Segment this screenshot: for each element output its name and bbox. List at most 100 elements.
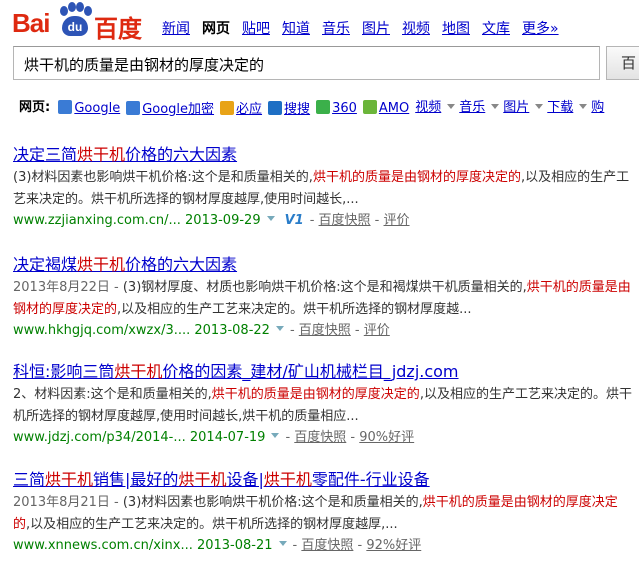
abstract-text: ,以及相应的生产工艺来决定的。烘干机所选择的钢材厚度越... (117, 302, 472, 317)
separator: - (350, 323, 364, 338)
title-text: 三简 (13, 470, 46, 489)
web-engine-link[interactable]: Google (58, 99, 121, 116)
chevron-down-icon (491, 104, 500, 109)
web-dropdown[interactable]: 图片 (503, 100, 544, 115)
snapshot-link[interactable]: 百度快照 (301, 538, 353, 553)
web-dropdown-label: 下载 (547, 100, 574, 115)
result-meta: www.jdzj.com/p34/2014-... 2014-07-19 - 百度… (13, 428, 633, 448)
logo-cn-text: 百度 (94, 15, 142, 43)
title-text: 零配件-行业设备 (311, 470, 430, 489)
nav-item[interactable]: 知道 (282, 18, 310, 38)
highlight-keyword: 烘干机 (77, 145, 126, 164)
nav-item[interactable]: 更多» (522, 18, 559, 38)
title-text: 价格的六大因素 (125, 145, 238, 164)
bing-icon (220, 101, 235, 115)
result-date-prefix: 2013年8月21日 - (13, 495, 123, 510)
nav-item: 网页 (202, 21, 230, 37)
abstract-text: (3)材料因素也影响烘干机价格:这个是和质量相关的, (13, 170, 313, 185)
soso-icon (268, 101, 283, 115)
search-input[interactable] (22, 54, 586, 74)
web-dropdown[interactable]: 视频 (415, 100, 456, 115)
result-meta: www.xnnews.com.cn/xinx... 2013-08-21 - 百度… (13, 536, 633, 556)
chevron-down-icon (579, 104, 588, 109)
amo-icon (362, 99, 377, 114)
v1-badge-icon[interactable]: V1 (285, 213, 304, 228)
chevron-down-icon (535, 104, 544, 109)
result-title-link[interactable]: 决定褐煤烘干机价格的六大因素 (13, 255, 237, 274)
result-meta: www.hkhgjq.com/xwzx/3.... 2013-08-22 - 百度… (13, 321, 633, 341)
highlight-keyword: 烘干机 (178, 470, 227, 489)
snapshot-link[interactable]: 百度快照 (319, 213, 371, 228)
web-engine-link[interactable]: 搜搜 (268, 98, 310, 117)
title-text: 科恒:影响三筒 (13, 362, 115, 381)
web-dropdown-label: 视频 (415, 100, 442, 115)
highlight-keyword: 烘干机 (77, 255, 126, 274)
nav-item[interactable]: 音乐 (322, 18, 350, 38)
nav-item[interactable]: 视频 (402, 18, 430, 38)
chevron-down-icon[interactable] (278, 541, 287, 546)
result-url: www.xnnews.com.cn/xinx... 2013-08-21 (13, 538, 273, 553)
web-label: 网页: (19, 100, 51, 115)
result-item: 科恒:影响三筒烘干机价格的因素_建材/矿山机械栏目_jdzj.com 2、材料因素… (13, 362, 633, 448)
highlight-keyword: 烘干机 (45, 470, 94, 489)
web-engine-label: Google加密 (142, 102, 215, 117)
title-text: 决定三简 (13, 145, 78, 164)
baidu-logo[interactable]: Bai du 百度 (12, 2, 148, 43)
web-engine-link[interactable]: 必应 (220, 98, 262, 117)
abstract-text: ,以及相应的生产工艺来决定的。烘干机所选择的钢材厚度越厚,... (26, 517, 398, 532)
nav-item[interactable]: 地图 (442, 18, 470, 38)
result-meta: www.zzjianxing.com.cn/... 2013-09-29 V1- … (13, 211, 633, 231)
highlight-keyword: 烘干机 (114, 362, 163, 381)
web-engine-link[interactable]: AMO (362, 99, 409, 116)
abstract-text: (3)钢材厚度、材质也影响烘干机价格:这个是和褐煤烘干机质量相关的, (122, 280, 527, 295)
rating-link[interactable]: 评价 (384, 213, 410, 228)
rating-link[interactable]: 92%好评 (366, 538, 421, 553)
search-button[interactable]: 百 (606, 46, 639, 80)
web-dropdown[interactable]: 音乐 (459, 100, 500, 115)
web-dropdown[interactable]: 下载 (547, 100, 588, 115)
web-dropdown-label: 音乐 (459, 100, 486, 115)
logo-bai-text: Bai (12, 8, 50, 38)
web-engine-label: Google (74, 100, 121, 116)
result-abstract: (3)材料因素也影响烘干机价格:这个是和质量相关的,烘干机的质量是由钢材的厚度决… (13, 167, 633, 211)
web-search-bar: 网页: Google Google加密 必应 搜搜 360 AMO 视频 音乐 图片 下载 购 (19, 96, 608, 117)
nav-item[interactable]: 文库 (482, 18, 510, 38)
title-text: 决定褐煤 (13, 255, 78, 274)
title-text: 销售|最好的 (93, 470, 179, 489)
nav-item[interactable]: 新闻 (162, 18, 190, 38)
result-title-link[interactable]: 决定三简烘干机价格的六大因素 (13, 145, 237, 164)
web-dropdown[interactable]: 购 (591, 100, 604, 115)
google-icon (58, 99, 73, 114)
web-engine-link[interactable]: Google加密 (126, 98, 214, 117)
chevron-down-icon[interactable] (271, 433, 280, 438)
chevron-down-icon[interactable] (266, 216, 275, 221)
highlight-keyword: 烘干机的质量是由钢材的厚度决定的 (312, 170, 521, 185)
rating-link[interactable]: 90%好评 (359, 430, 414, 445)
nav-item[interactable]: 贴吧 (242, 18, 270, 38)
highlight-keyword: 烘干机的质量是由钢材的厚度决定的 (211, 387, 420, 402)
google-icon (126, 101, 141, 115)
paw-icon: du (58, 2, 92, 36)
result-title-link[interactable]: 科恒:影响三筒烘干机价格的因素_建材/矿山机械栏目_jdzj.com (13, 362, 459, 381)
result-url: www.jdzj.com/p34/2014-... 2014-07-19 (13, 430, 266, 445)
separator: - (353, 538, 367, 553)
separator: - (346, 430, 360, 445)
web-engine-label: 搜搜 (284, 102, 311, 117)
title-text: 设备| (226, 470, 264, 489)
result-title-link[interactable]: 三简烘干机销售|最好的烘干机设备|烘干机零配件-行业设备 (13, 470, 430, 489)
nav-item[interactable]: 图片 (362, 18, 390, 38)
web-engine-label: 必应 (236, 102, 263, 117)
snapshot-link[interactable]: 百度快照 (299, 323, 351, 338)
web-engine-link[interactable]: 360 (316, 99, 357, 116)
separator: - (309, 213, 319, 228)
result-url: www.hkhgjq.com/xwzx/3.... 2013-08-22 (13, 323, 270, 338)
chevron-down-icon[interactable] (275, 326, 284, 331)
web-dropdown-label: 图片 (503, 100, 530, 115)
result-abstract: 2、材料因素:这个是和质量相关的,烘干机的质量是由钢材的厚度决定的,以及相应的生… (13, 384, 633, 428)
rating-link[interactable]: 评价 (364, 323, 390, 338)
snapshot-link[interactable]: 百度快照 (294, 430, 346, 445)
result-abstract: 2013年8月22日 - (3)钢材厚度、材质也影响烘干机价格:这个是和褐煤烘干… (13, 277, 633, 321)
result-item: 决定三简烘干机价格的六大因素 (3)材料因素也影响烘干机价格:这个是和质量相关的,… (13, 145, 633, 231)
logo-du-text: du (67, 20, 83, 34)
search-box[interactable] (13, 46, 600, 80)
